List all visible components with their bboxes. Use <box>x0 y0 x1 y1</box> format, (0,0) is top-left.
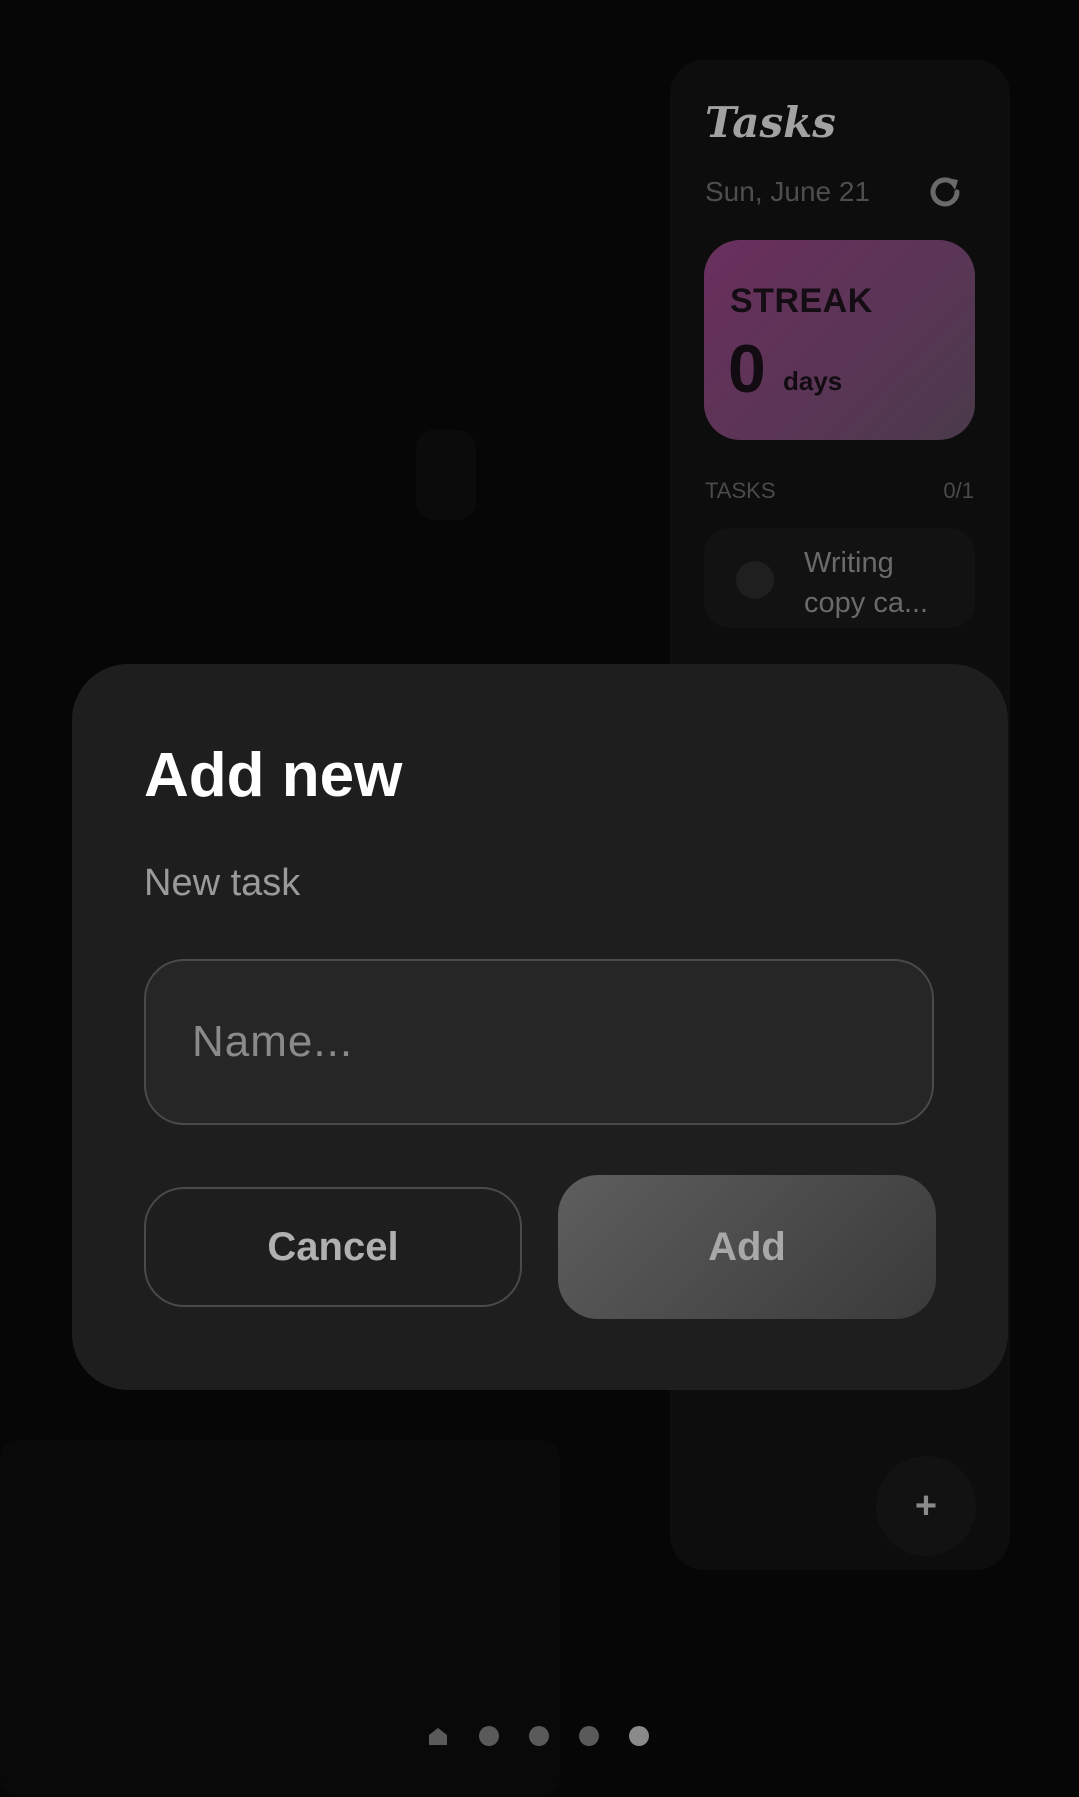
add-button[interactable]: Add <box>558 1175 936 1319</box>
refresh-icon[interactable] <box>923 170 967 214</box>
dialog-title: Add new <box>144 741 403 810</box>
page-dot[interactable] <box>529 1726 549 1746</box>
dialog-subtitle: New task <box>144 862 301 904</box>
task-label: Writing copy ca... <box>804 547 929 619</box>
tasks-section-header: TASKS <box>705 478 776 503</box>
streak-label: STREAK <box>730 282 873 320</box>
streak-value: 0 <box>728 331 766 407</box>
widget-title: Tasks <box>705 98 836 147</box>
streak-unit: days <box>783 366 843 396</box>
plus-icon: + <box>914 1484 938 1527</box>
page-dot[interactable] <box>579 1726 599 1746</box>
background-widget <box>416 430 476 520</box>
home-icon-graphic <box>429 1728 447 1745</box>
refresh-icon-graphic <box>930 177 960 207</box>
widget-date: Sun, June 21 <box>705 176 871 207</box>
home-screen: Tasks Sun, June 21 STREAK 0 days TASKS 0… <box>0 0 1079 1797</box>
page-dot-active[interactable] <box>629 1726 649 1746</box>
page-dot[interactable] <box>479 1726 499 1746</box>
home-icon[interactable] <box>427 1726 449 1746</box>
task-checkbox[interactable] <box>736 561 774 599</box>
task-name-input[interactable] <box>144 959 934 1125</box>
tasks-count: 0/1 <box>943 478 974 503</box>
add-task-fab[interactable]: + <box>876 1456 976 1556</box>
cancel-button[interactable]: Cancel <box>144 1187 522 1307</box>
page-indicator <box>427 1726 649 1746</box>
